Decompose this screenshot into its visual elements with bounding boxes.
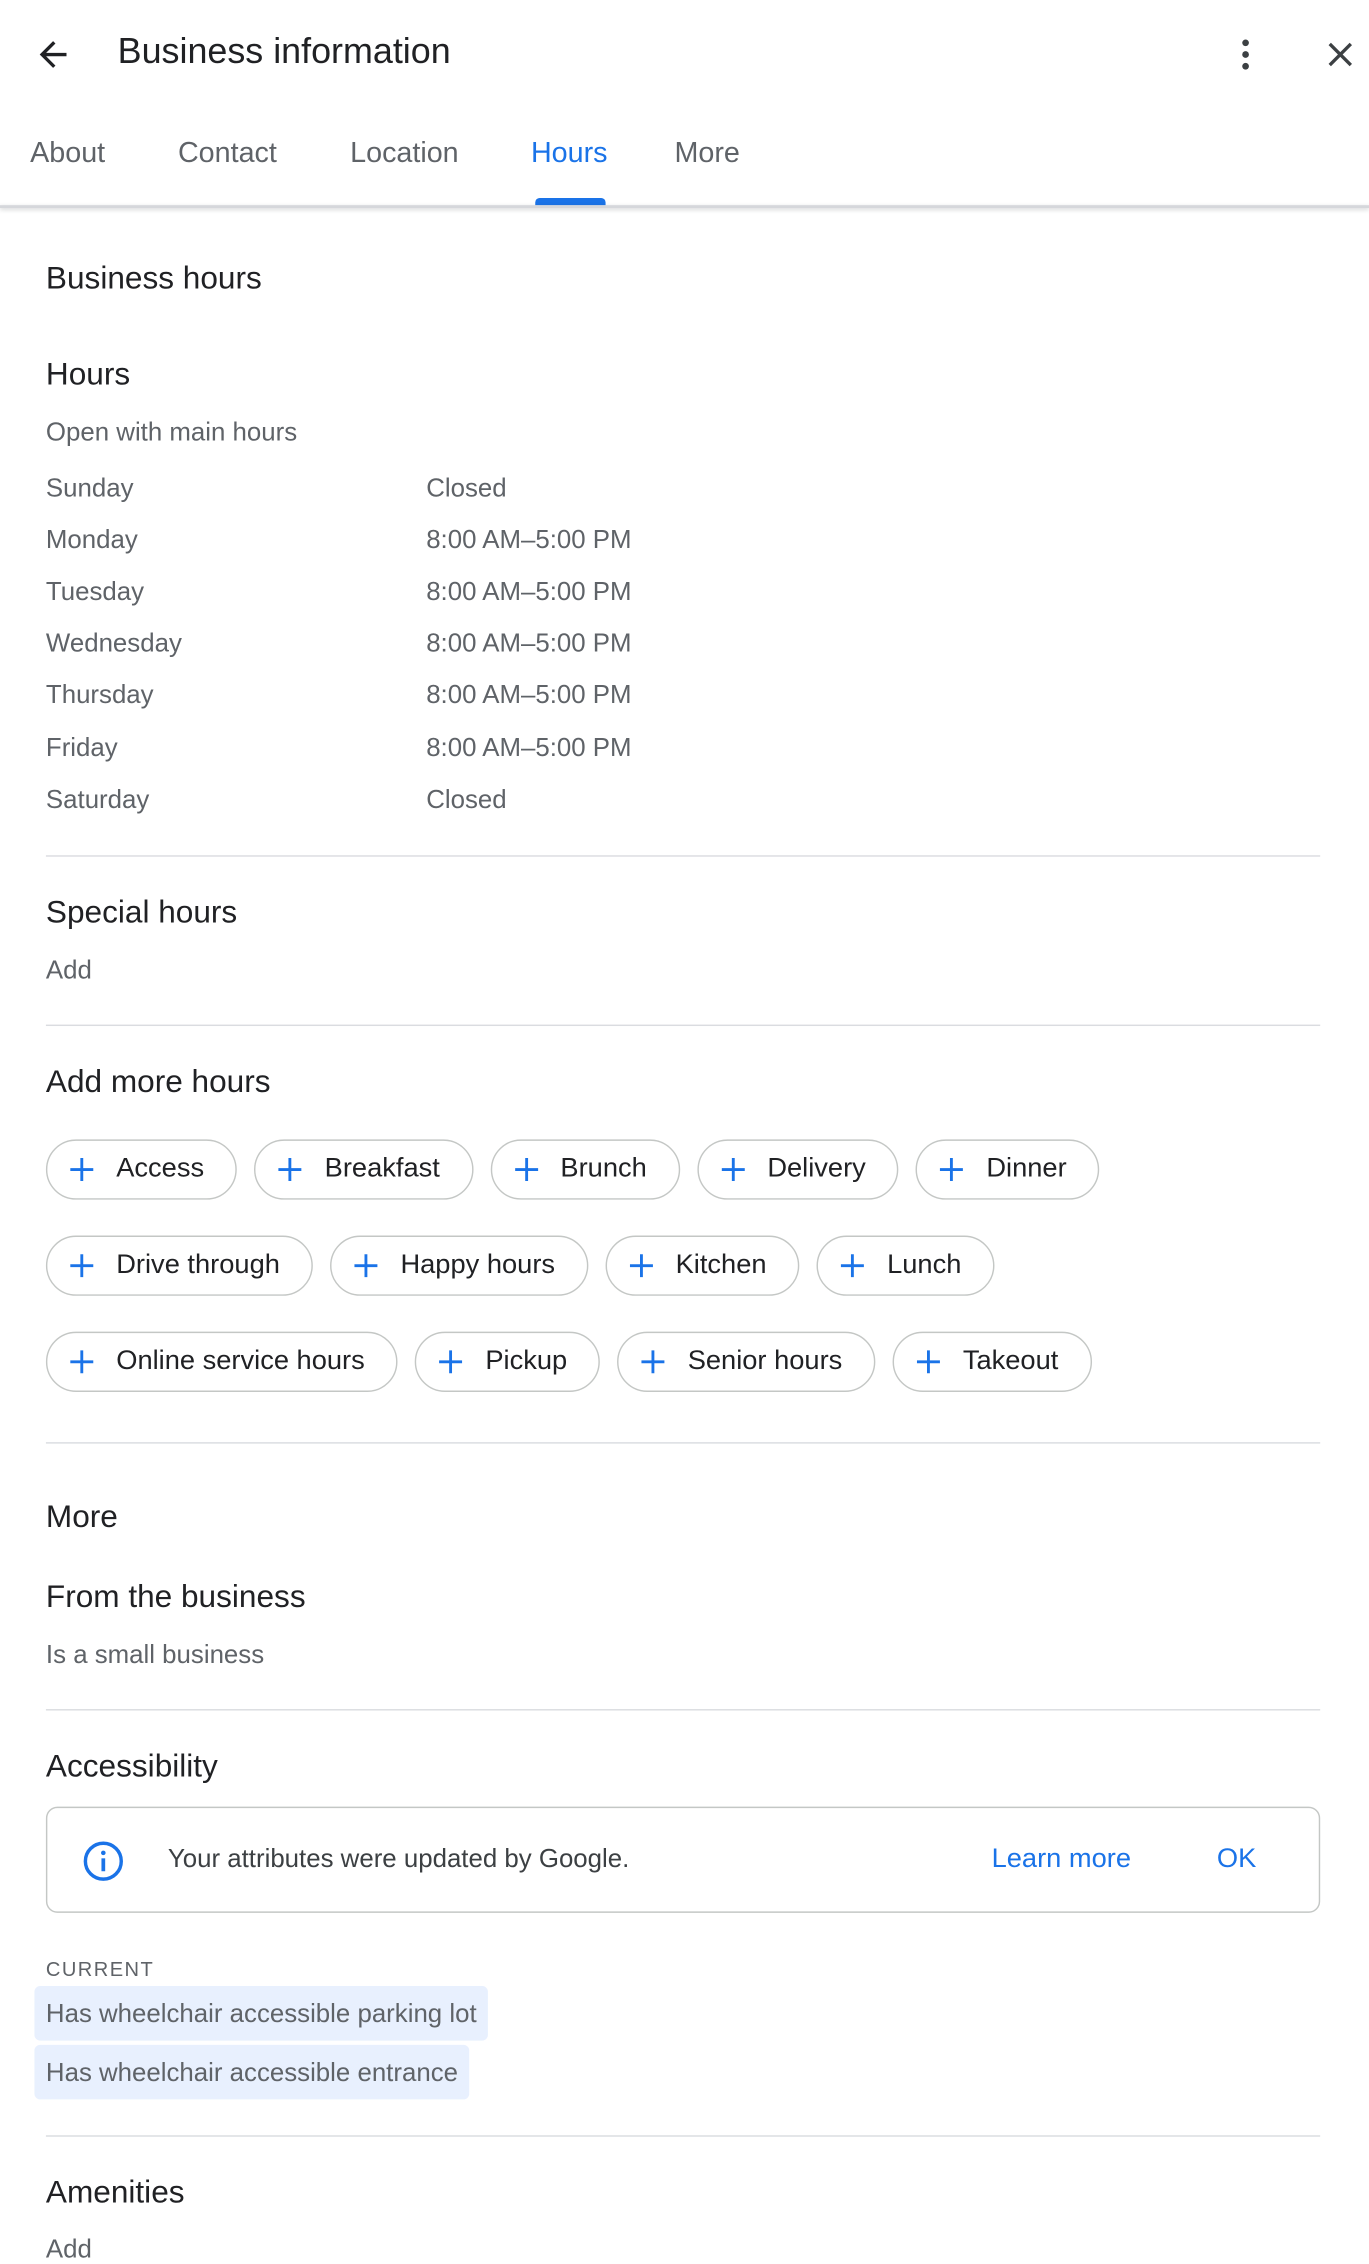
tab-contact[interactable]: Contact — [178, 138, 277, 171]
plus-icon — [627, 1251, 656, 1280]
arrow-back-icon — [39, 41, 67, 68]
chip-takeout[interactable]: Takeout — [892, 1331, 1092, 1392]
amenities-label[interactable]: Amenities — [46, 2174, 185, 2211]
chip-label: Breakfast — [324, 1153, 440, 1184]
chip-brunch[interactable]: Brunch — [490, 1139, 680, 1200]
tab-more[interactable]: More — [674, 138, 739, 171]
chip-senior-hours[interactable]: Senior hours — [617, 1331, 876, 1392]
plus-icon — [512, 1155, 541, 1184]
hours-status: Open with main hours — [45, 417, 298, 447]
plus-icon — [276, 1155, 305, 1184]
chip-label: Dinner — [986, 1153, 1067, 1184]
hours-chip-row: Online service hours Pickup Senior hours… — [45, 1331, 1092, 1392]
chip-kitchen[interactable]: Kitchen — [605, 1235, 800, 1296]
info-icon — [82, 1840, 125, 1890]
day-label: Thursday — [45, 680, 154, 709]
divider — [45, 1709, 1321, 1711]
day-hours: 8:00 AM–5:00 PM — [426, 733, 632, 762]
day-label: Monday — [45, 525, 138, 554]
plus-icon — [938, 1155, 967, 1184]
plus-icon — [639, 1347, 668, 1376]
chip-label: Kitchen — [675, 1249, 767, 1281]
active-tab-indicator — [535, 198, 606, 206]
chip-dinner[interactable]: Dinner — [916, 1139, 1100, 1200]
plus-icon — [67, 1251, 96, 1280]
day-label: Wednesday — [45, 628, 182, 658]
close-button[interactable] — [1312, 26, 1369, 83]
accessibility-label[interactable]: Accessibility — [46, 1748, 218, 1785]
back-button[interactable] — [24, 26, 81, 83]
page-title: Business information — [117, 31, 451, 72]
day-hours: 8:00 AM–5:00 PM — [426, 525, 632, 554]
day-hours: 8:00 AM–5:00 PM — [426, 628, 632, 658]
chip-label: Happy hours — [400, 1249, 556, 1281]
day-hours: Closed — [426, 784, 507, 814]
chip-label: Pickup — [485, 1346, 568, 1377]
chip-label: Delivery — [767, 1153, 866, 1184]
chip-drive-through[interactable]: Drive through — [45, 1235, 313, 1296]
plus-icon — [352, 1251, 381, 1280]
day-hours: Closed — [426, 473, 507, 503]
add-more-hours-label: Add more hours — [45, 1063, 271, 1100]
chip-happy-hours[interactable]: Happy hours — [330, 1235, 589, 1296]
chip-label: Lunch — [887, 1249, 962, 1281]
divider — [45, 2135, 1321, 2137]
chip-pickup[interactable]: Pickup — [415, 1331, 601, 1392]
plus-icon — [67, 1347, 96, 1376]
accessibility-attribute: Has wheelchair accessible parking lot — [34, 1986, 489, 2041]
from-business-value: Is a small business — [45, 1640, 265, 1669]
special-hours-label[interactable]: Special hours — [46, 894, 237, 931]
more-options-button[interactable] — [1217, 26, 1274, 83]
chip-label: Brunch — [560, 1153, 647, 1184]
chip-online-service-hours[interactable]: Online service hours — [45, 1331, 398, 1392]
tab-bar-divider — [0, 205, 1369, 209]
chip-label: Takeout — [962, 1346, 1059, 1377]
day-label: Friday — [45, 733, 118, 762]
tab-hours[interactable]: Hours — [531, 138, 608, 171]
hours-chip-row: Access Breakfast Brunch Delivery Dinner — [45, 1139, 1100, 1200]
from-business-label[interactable]: From the business — [46, 1578, 306, 1615]
day-label: Tuesday — [45, 576, 145, 606]
divider — [45, 1442, 1321, 1444]
chip-lunch[interactable]: Lunch — [816, 1235, 995, 1296]
amenities-add[interactable]: Add — [46, 2234, 92, 2264]
divider — [45, 855, 1321, 857]
plus-icon — [67, 1155, 96, 1184]
chip-label: Online service hours — [116, 1346, 365, 1377]
plus-icon — [838, 1251, 867, 1280]
tab-location[interactable]: Location — [350, 138, 459, 171]
tab-about[interactable]: About — [30, 138, 105, 171]
day-label: Saturday — [45, 784, 150, 814]
chip-label: Access — [116, 1153, 205, 1184]
day-hours: 8:00 AM–5:00 PM — [426, 576, 632, 606]
more-heading: More — [45, 1498, 118, 1535]
chip-label: Senior hours — [687, 1346, 843, 1377]
attributes-updated-notice: Your attributes were updated by Google. … — [45, 1806, 1321, 1913]
day-hours: 8:00 AM–5:00 PM — [426, 680, 632, 709]
business-hours-heading: Business hours — [45, 259, 262, 296]
chip-delivery[interactable]: Delivery — [697, 1139, 899, 1200]
ok-button[interactable]: OK — [1217, 1844, 1256, 1876]
divider — [45, 1024, 1321, 1027]
close-icon — [1328, 42, 1353, 67]
plus-icon — [437, 1347, 466, 1376]
learn-more-link[interactable]: Learn more — [992, 1844, 1131, 1876]
hours-chip-row: Drive through Happy hours Kitchen Lunch — [45, 1235, 995, 1296]
more-vert-icon — [1242, 39, 1249, 70]
plus-icon — [719, 1155, 748, 1184]
notice-message: Your attributes were updated by Google. — [167, 1843, 630, 1873]
hours-label[interactable]: Hours — [46, 356, 130, 393]
accessibility-attribute: Has wheelchair accessible entrance — [34, 2044, 470, 2100]
day-label: Sunday — [45, 473, 134, 503]
business-info-panel: Business information About Contact Locat… — [0, 0, 1369, 2263]
special-hours-add[interactable]: Add — [46, 956, 92, 986]
current-label: CURRENT — [45, 1957, 155, 1981]
chip-label: Drive through — [116, 1249, 280, 1281]
chip-access[interactable]: Access — [45, 1139, 238, 1200]
chip-breakfast[interactable]: Breakfast — [254, 1139, 473, 1200]
plus-icon — [914, 1347, 943, 1376]
